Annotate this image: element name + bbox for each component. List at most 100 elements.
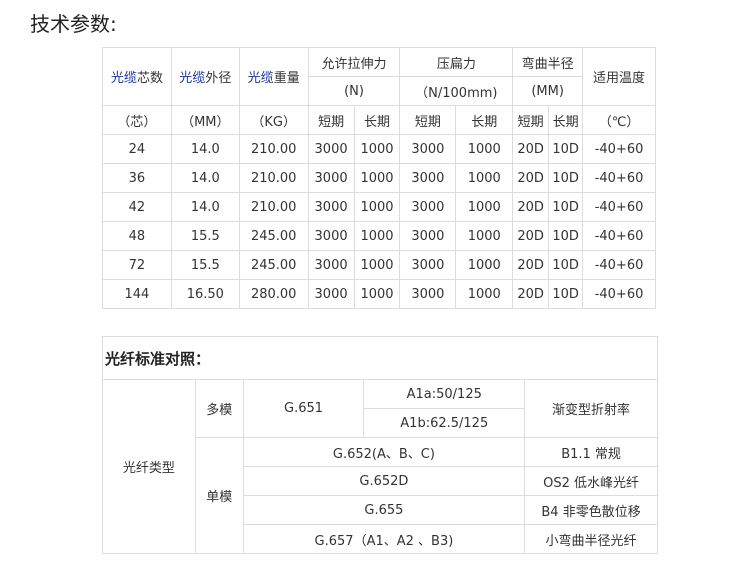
table-cell: 1000 bbox=[455, 279, 514, 309]
singlemode-description: 小弯曲半径光纤 bbox=[524, 524, 658, 554]
header-crush-unit: （N/100mm) bbox=[399, 76, 514, 106]
table-cell: 3000 bbox=[307, 192, 355, 222]
table-cell: 1000 bbox=[353, 221, 401, 251]
header-bend-unit: (MM) bbox=[512, 76, 584, 106]
table-cell: 20D bbox=[512, 221, 550, 251]
header-tensile: 允许拉伸力 bbox=[307, 47, 401, 77]
table-cell: 14.0 bbox=[170, 192, 240, 222]
spec-units-row: （芯） （MM） （KG） 短期 长期 短期 长期 短期 长期 （℃） bbox=[102, 105, 656, 135]
table-cell: 1000 bbox=[353, 279, 401, 309]
table-cell: 3000 bbox=[307, 221, 355, 251]
singlemode-standard: G.655 bbox=[242, 495, 526, 525]
singlemode-description: B4 非零色散位移 bbox=[524, 495, 658, 525]
header-weight: 光缆重量 bbox=[238, 47, 309, 106]
singlemode-description: OS2 低水峰光纤 bbox=[524, 466, 658, 496]
table-cell: 1000 bbox=[353, 134, 401, 164]
table-cell: 3000 bbox=[399, 250, 457, 280]
header-tensile-unit: (N) bbox=[307, 76, 401, 106]
table-cell: 20D bbox=[512, 163, 550, 193]
header-core-count: 光缆芯数 bbox=[102, 47, 172, 106]
table-row: 72 15.5 245.00 3000 1000 3000 1000 20D 1… bbox=[102, 250, 656, 280]
table-cell: 144 bbox=[102, 279, 172, 309]
table-cell: 36 bbox=[102, 163, 172, 193]
header-bend: 弯曲半径 bbox=[512, 47, 584, 77]
multimode-label: 多模 bbox=[194, 379, 244, 438]
unit-cell: 短期 bbox=[307, 105, 355, 135]
table-cell: 280.00 bbox=[238, 279, 309, 309]
table-cell: 245.00 bbox=[238, 221, 309, 251]
header-outer-diameter: 光缆外径 bbox=[170, 47, 240, 106]
table-cell: 48 bbox=[102, 221, 172, 251]
singlemode-standard: G.657（A1、A2 、B3) bbox=[242, 524, 526, 554]
table-cell: 3000 bbox=[399, 134, 457, 164]
table-cell: 210.00 bbox=[238, 163, 309, 193]
table-cell: 3000 bbox=[399, 221, 457, 251]
fiber-type-label: 光纤类型 bbox=[102, 379, 196, 554]
table-row: 光纤类型 多模 G.651 A1a:50/125 渐变型折射率 bbox=[102, 379, 658, 554]
singlemode-description: B1.1 常规 bbox=[524, 437, 658, 467]
singlemode-standard: G.652(A、B、C) bbox=[242, 437, 526, 467]
table-cell: 1000 bbox=[455, 163, 514, 193]
unit-cell: （KG） bbox=[238, 105, 309, 135]
table-cell: 10D bbox=[548, 134, 584, 164]
table-cell: 1000 bbox=[455, 192, 514, 222]
section-title: 光纤标准对照： bbox=[102, 336, 658, 380]
table-cell: 16.50 bbox=[170, 279, 240, 309]
table-cell: 42 bbox=[102, 192, 172, 222]
table-cell: 14.0 bbox=[170, 163, 240, 193]
unit-cell: 短期 bbox=[512, 105, 550, 135]
table-cell: 3000 bbox=[307, 134, 355, 164]
table-cell: 1000 bbox=[353, 250, 401, 280]
unit-cell: 短期 bbox=[399, 105, 457, 135]
unit-cell: 长期 bbox=[455, 105, 514, 135]
multimode-description: 渐变型折射率 bbox=[524, 379, 658, 438]
table-cell: 15.5 bbox=[170, 250, 240, 280]
table-cell: 245.00 bbox=[238, 250, 309, 280]
table-row: 48 15.5 245.00 3000 1000 3000 1000 20D 1… bbox=[102, 221, 656, 251]
table-cell: -40+60 bbox=[582, 192, 656, 222]
table-cell: 10D bbox=[548, 192, 584, 222]
header-crush: 压扁力 bbox=[399, 47, 514, 77]
table-cell: 3000 bbox=[399, 192, 457, 222]
unit-cell: （芯） bbox=[102, 105, 172, 135]
table-cell: 10D bbox=[548, 250, 584, 280]
fiber-standard-table: 光纤标准对照： 光纤类型 多模 G.651 A1a:50/125 渐变型折射率 … bbox=[102, 336, 658, 554]
fiber-title-row: 光纤标准对照： bbox=[102, 336, 658, 380]
multimode-subtype: A1a:50/125 bbox=[363, 379, 526, 409]
table-cell: 10D bbox=[548, 279, 584, 309]
table-cell: 1000 bbox=[455, 134, 514, 164]
table-cell: 20D bbox=[512, 192, 550, 222]
table-cell: 3000 bbox=[307, 279, 355, 309]
table-row: 144 16.50 280.00 3000 1000 3000 1000 20D… bbox=[102, 279, 656, 309]
table-cell: 72 bbox=[102, 250, 172, 280]
table-cell: 210.00 bbox=[238, 192, 309, 222]
table-row: 42 14.0 210.00 3000 1000 3000 1000 20D 1… bbox=[102, 192, 656, 222]
table-cell: -40+60 bbox=[582, 279, 656, 309]
spec-table: 光缆芯数 光缆外径 光缆重量 允许拉伸力 压扁力 弯曲半径 适用温度 (N) （… bbox=[102, 47, 656, 309]
table-cell: 20D bbox=[512, 279, 550, 309]
unit-cell: （℃） bbox=[582, 105, 656, 135]
unit-cell: 长期 bbox=[353, 105, 401, 135]
table-cell: -40+60 bbox=[582, 221, 656, 251]
table-cell: 210.00 bbox=[238, 134, 309, 164]
page-title: 技术参数: bbox=[30, 12, 117, 36]
table-cell: 24 bbox=[102, 134, 172, 164]
spec-header-row: 光缆芯数 光缆外径 光缆重量 允许拉伸力 压扁力 弯曲半径 适用温度 bbox=[102, 47, 656, 106]
unit-cell: （MM） bbox=[170, 105, 240, 135]
table-row: 24 14.0 210.00 3000 1000 3000 1000 20D 1… bbox=[102, 134, 656, 164]
singlemode-standard: G.652D bbox=[242, 466, 526, 496]
table-cell: 1000 bbox=[353, 163, 401, 193]
table-cell: 15.5 bbox=[170, 221, 240, 251]
table-cell: -40+60 bbox=[582, 163, 656, 193]
table-cell: -40+60 bbox=[582, 134, 656, 164]
table-cell: -40+60 bbox=[582, 250, 656, 280]
table-cell: 10D bbox=[548, 163, 584, 193]
table-cell: 1000 bbox=[455, 221, 514, 251]
table-cell: 1000 bbox=[455, 250, 514, 280]
multimode-subtype: A1b:62.5/125 bbox=[363, 408, 526, 438]
header-temp: 适用温度 bbox=[582, 47, 656, 106]
table-cell: 20D bbox=[512, 250, 550, 280]
unit-cell: 长期 bbox=[548, 105, 584, 135]
singlemode-label: 单模 bbox=[194, 437, 244, 554]
table-row: 36 14.0 210.00 3000 1000 3000 1000 20D 1… bbox=[102, 163, 656, 193]
